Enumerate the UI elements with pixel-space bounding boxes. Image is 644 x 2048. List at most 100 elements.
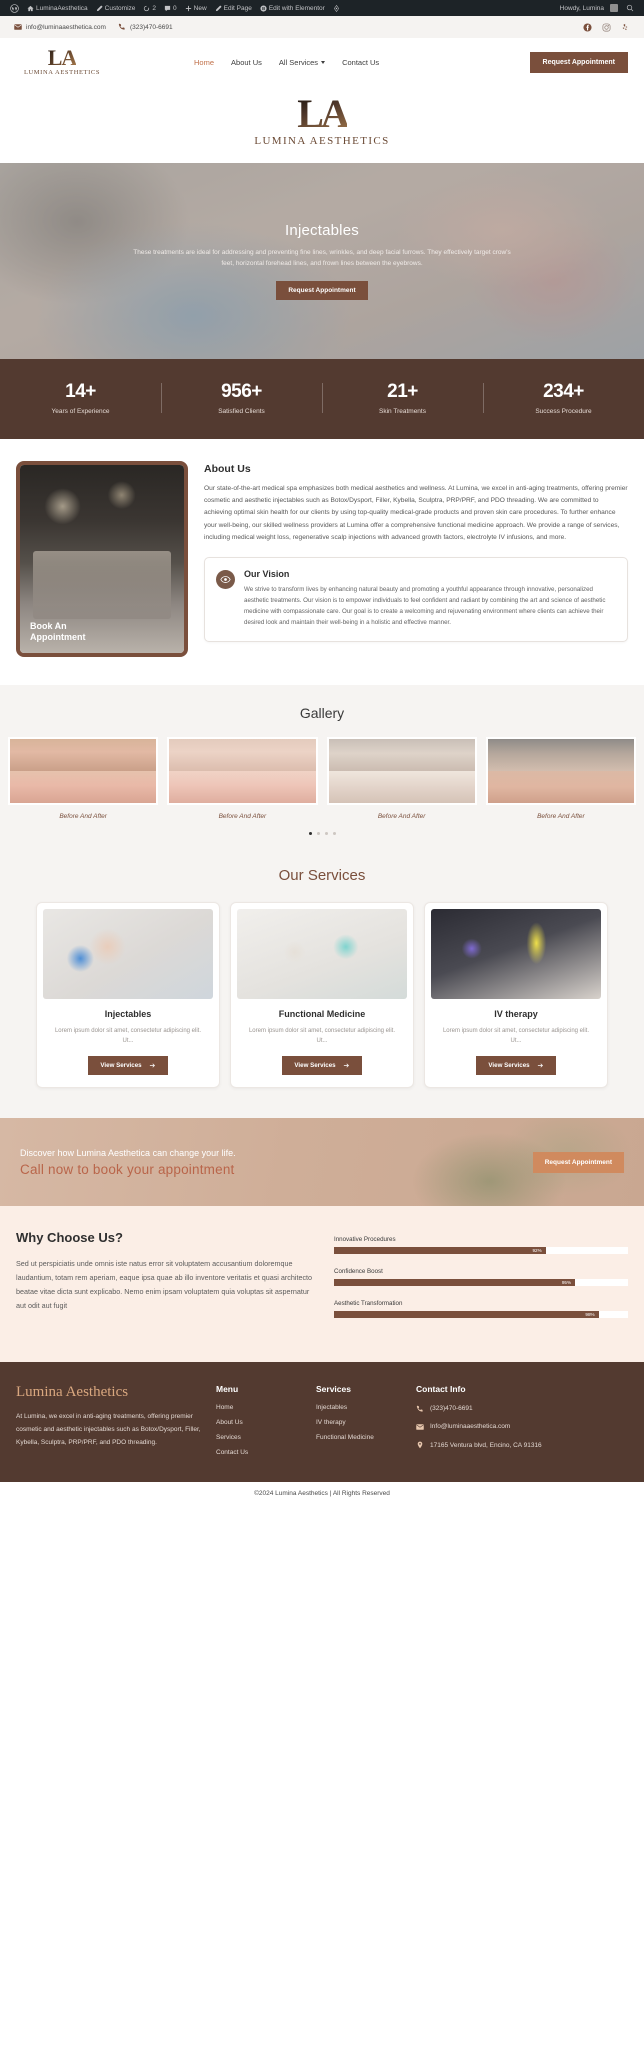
- search-icon: [626, 4, 634, 12]
- main-navigation: LA LUMINA AESTHETICS Home About Us All S…: [0, 38, 644, 86]
- gallery-item[interactable]: Before And After: [485, 737, 636, 820]
- before-image: [487, 739, 634, 771]
- book-appointment-link[interactable]: Book An Appointment: [30, 621, 86, 644]
- why-choose-us-section: Why Choose Us? Sed ut perspiciatis unde …: [0, 1206, 644, 1363]
- footer-link-home[interactable]: Home: [216, 1404, 302, 1411]
- view-services-button[interactable]: View Services: [88, 1056, 168, 1076]
- progress-fill: 95%: [334, 1279, 576, 1287]
- service-card[interactable]: Functional Medicine Lorem ipsum dolor si…: [230, 902, 414, 1089]
- copyright-bar: ©2024 Lumina Aesthetics | All Rights Res…: [0, 1482, 644, 1506]
- progress-block: Innovative Procedures 92%: [334, 1236, 628, 1255]
- request-appointment-button[interactable]: Request Appointment: [529, 51, 628, 73]
- footer-menu-column: Menu Home About Us Services Contact Us: [216, 1384, 302, 1464]
- gallery-dot[interactable]: [324, 832, 328, 835]
- view-services-label: View Services: [294, 1062, 336, 1070]
- service-description: Lorem ipsum dolor sit amet, consectetur …: [54, 1028, 202, 1045]
- diamond-icon: [333, 4, 339, 12]
- why-text-column: Why Choose Us? Sed ut perspiciatis unde …: [16, 1230, 316, 1332]
- progress-label: Aesthetic Transformation: [334, 1300, 403, 1308]
- site-name-menu[interactable]: LuminaAesthetica: [23, 5, 92, 12]
- admin-search-button[interactable]: [622, 4, 638, 12]
- nav-item-contact-us[interactable]: Contact Us: [342, 58, 379, 67]
- instagram-link[interactable]: [602, 23, 611, 32]
- nav-item-all-services[interactable]: All Services: [279, 58, 326, 67]
- cta-request-appointment-button[interactable]: Request Appointment: [532, 1151, 624, 1173]
- new-label: New: [193, 4, 207, 12]
- gallery-dot[interactable]: [332, 832, 336, 835]
- gallery-frame: [167, 737, 318, 805]
- top-contact-bar: info@luminaaesthetica.com (323)470-6691: [0, 16, 644, 38]
- after-image: [169, 771, 316, 803]
- wordpress-icon: [10, 3, 19, 13]
- gallery-item[interactable]: Before And After: [8, 737, 159, 820]
- gallery-dot[interactable]: [308, 832, 312, 835]
- view-services-button[interactable]: View Services: [476, 1056, 556, 1076]
- view-services-button[interactable]: View Services: [282, 1056, 362, 1076]
- progress-label: Confidence Boost: [334, 1268, 383, 1276]
- footer-email-text: Info@luminaaesthetica.com: [430, 1423, 511, 1431]
- nav-item-home[interactable]: Home: [194, 58, 214, 67]
- extra-plugin-menu[interactable]: [329, 4, 344, 12]
- phone-link[interactable]: (323)470-6691: [118, 23, 173, 31]
- service-card[interactable]: IV therapy Lorem ipsum dolor sit amet, c…: [424, 902, 608, 1089]
- footer-link-services[interactable]: Services: [216, 1434, 302, 1441]
- new-content-menu[interactable]: New: [181, 5, 211, 12]
- gallery-dot[interactable]: [316, 832, 320, 835]
- header-logo[interactable]: LA LUMINA AESTHETICS: [16, 45, 108, 77]
- gallery-caption: Before And After: [218, 813, 267, 820]
- chevron-down-icon: [321, 61, 326, 65]
- progress-fill: 98%: [334, 1311, 599, 1319]
- service-image: [431, 909, 601, 999]
- gallery-caption: Before And After: [59, 813, 107, 820]
- yelp-link[interactable]: [621, 23, 630, 32]
- footer-phone-text: (323)470-6691: [430, 1405, 473, 1413]
- progress-label: Innovative Procedures: [334, 1236, 396, 1244]
- comments-menu[interactable]: 0: [160, 5, 181, 12]
- hero-subtitle: These treatments are ideal for addressin…: [133, 248, 511, 267]
- pencil-icon: [96, 4, 103, 11]
- vision-text-wrap: Our Vision We strive to transform lives …: [244, 569, 616, 629]
- gallery-item[interactable]: Before And After: [326, 737, 477, 820]
- updates-menu[interactable]: 2: [139, 5, 160, 12]
- footer-link-functional-medicine[interactable]: Functional Medicine: [316, 1434, 402, 1441]
- progress-value: 98%: [585, 1312, 595, 1318]
- account-menu[interactable]: Howdy, Lumina: [556, 4, 622, 12]
- footer-link-iv-therapy[interactable]: IV therapy: [316, 1419, 402, 1426]
- footer-email[interactable]: Info@luminaaesthetica.com: [416, 1422, 628, 1431]
- wordpress-logo-menu[interactable]: [6, 3, 23, 13]
- service-title: IV therapy: [494, 1009, 538, 1019]
- stat-value: 234+: [543, 381, 584, 402]
- facebook-link[interactable]: [583, 22, 592, 32]
- yelp-icon: [622, 23, 628, 30]
- gallery-caption: Before And After: [377, 813, 426, 820]
- footer-address-text: 17165 Ventura blvd, Encino, CA 91316: [430, 1441, 542, 1449]
- footer-link-injectables[interactable]: Injectables: [316, 1404, 402, 1411]
- footer-link-contact-us[interactable]: Contact Us: [216, 1449, 302, 1456]
- home-icon: [27, 5, 34, 11]
- hero-banner: Injectables These treatments are ideal f…: [0, 163, 644, 359]
- comment-icon: [164, 5, 171, 11]
- footer-menu-heading: Menu: [216, 1384, 239, 1395]
- view-services-label: View Services: [488, 1062, 530, 1070]
- hero-content: Injectables These treatments are ideal f…: [112, 222, 532, 301]
- stat-item: 234+ Success Procedure: [483, 381, 644, 415]
- edit-page-menu[interactable]: Edit Page: [211, 5, 256, 12]
- nav-item-about-us[interactable]: About Us: [231, 58, 262, 67]
- gallery-item[interactable]: Before And After: [167, 737, 318, 820]
- gallery-frame: [8, 737, 159, 805]
- email-link[interactable]: info@luminaaesthetica.com: [14, 23, 106, 31]
- service-title: Functional Medicine: [278, 1009, 366, 1019]
- customize-menu[interactable]: Customize: [92, 5, 140, 12]
- gallery-frame: [326, 737, 477, 805]
- service-card[interactable]: Injectables Lorem ipsum dolor sit amet, …: [36, 902, 220, 1089]
- footer-phone[interactable]: (323)470-6691: [416, 1404, 628, 1413]
- progress-track: 92%: [334, 1247, 628, 1255]
- edit-with-elementor-menu[interactable]: Edit with Elementor: [256, 5, 329, 12]
- footer-link-about-us[interactable]: About Us: [216, 1419, 302, 1426]
- hero-request-appointment-button[interactable]: Request Appointment: [276, 281, 368, 301]
- footer-address[interactable]: 17165 Ventura blvd, Encino, CA 91316: [416, 1441, 628, 1450]
- before-after-pair: [169, 739, 316, 803]
- cta-text-group: Discover how Lumina Aesthetica can chang…: [20, 1148, 533, 1177]
- footer-contact-column: Contact Info (323)470-6691 Info@luminaae…: [416, 1384, 628, 1464]
- logo-monogram: LA: [47, 45, 78, 70]
